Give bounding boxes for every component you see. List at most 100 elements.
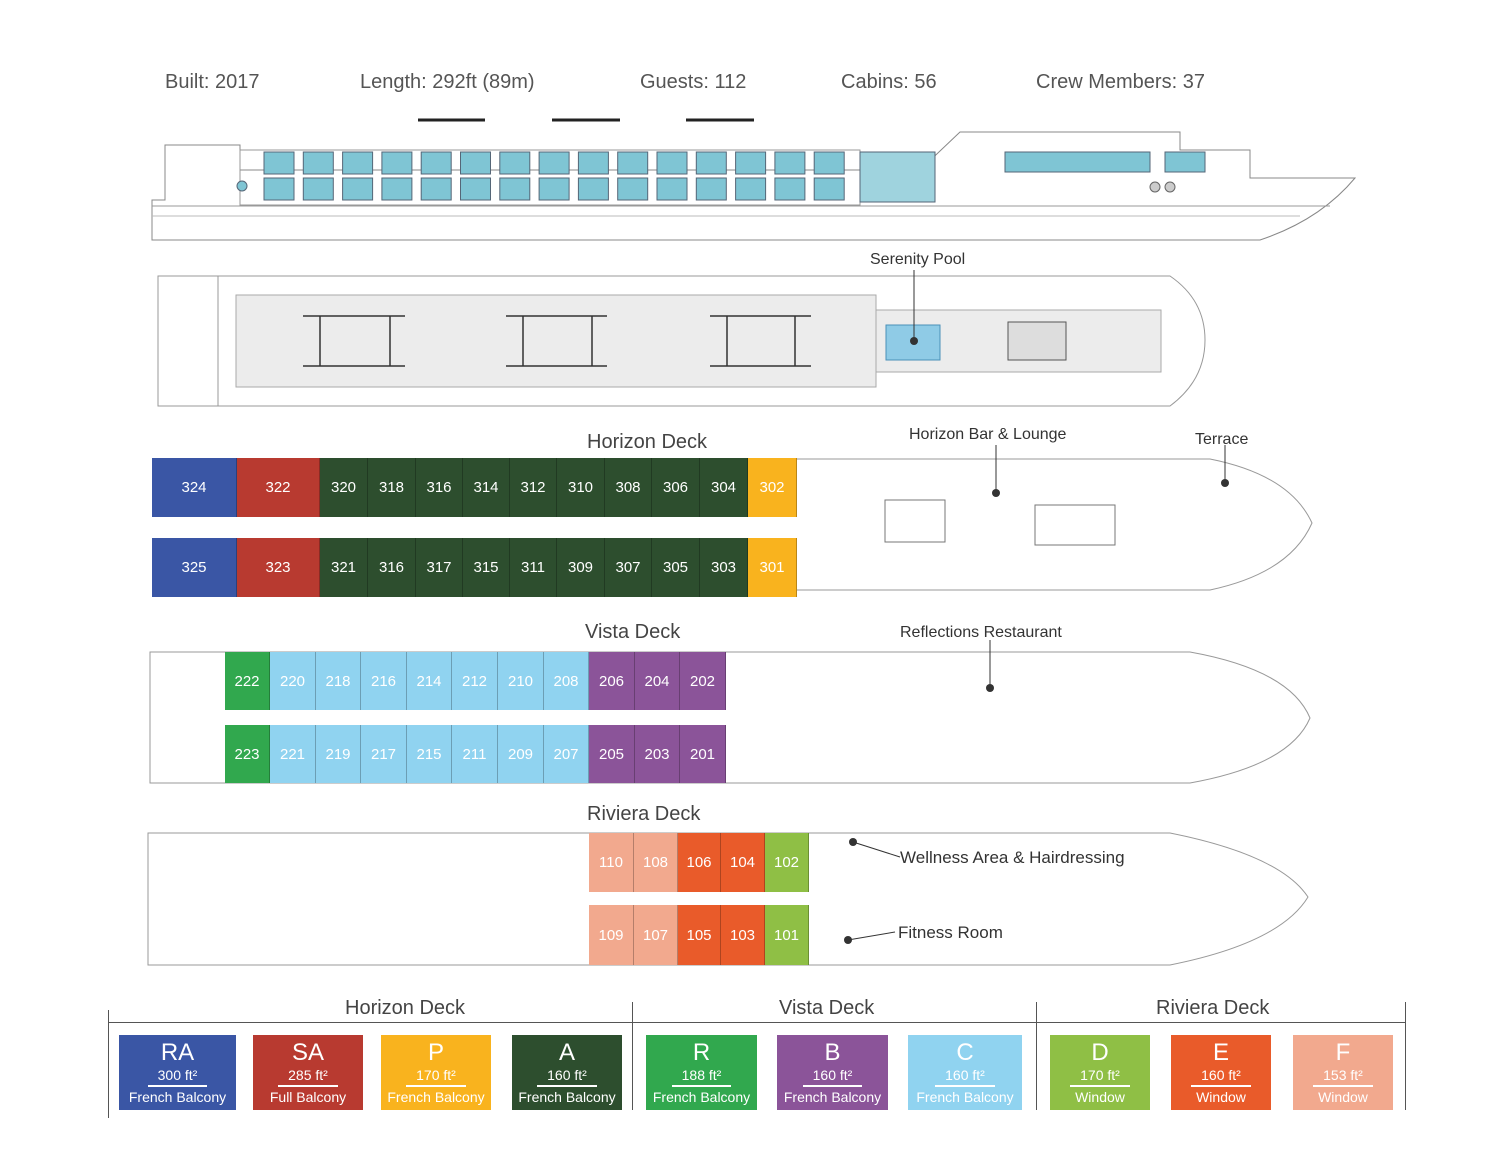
cabin-323[interactable]: 323 (237, 538, 320, 597)
legend-r: R 188 ft² French Balcony (646, 1035, 757, 1110)
legend-code: P (427, 1039, 444, 1066)
legend-code: A (558, 1039, 575, 1066)
legend-separator (1036, 1002, 1037, 1110)
wellness-label: Wellness Area & Hairdressing (900, 848, 1125, 867)
cabin-325[interactable]: 325 (152, 538, 237, 597)
legend-type: French Balcony (783, 1089, 882, 1105)
cabin-106[interactable]: 106 (678, 833, 721, 892)
cabin-209[interactable]: 209 (498, 725, 544, 783)
cabin-307[interactable]: 307 (605, 538, 652, 597)
cabin-304[interactable]: 304 (700, 458, 748, 517)
cabin-206[interactable]: 206 (589, 652, 635, 710)
cabin-104[interactable]: 104 (721, 833, 765, 892)
cabin-204[interactable]: 204 (635, 652, 680, 710)
cabin-205[interactable]: 205 (589, 725, 635, 783)
legend-e: E 160 ft² Window (1171, 1035, 1271, 1110)
legend-code: F (1335, 1039, 1351, 1066)
legend-ra: RA 300 ft² French Balcony (119, 1035, 236, 1110)
cabin-215[interactable]: 215 (407, 725, 452, 783)
legend-size: 300 ft² (147, 1067, 208, 1087)
cabin-220[interactable]: 220 (270, 652, 316, 710)
cabin-305[interactable]: 305 (652, 538, 700, 597)
cabin-208[interactable]: 208 (544, 652, 589, 710)
riviera-deck-title: Riviera Deck (587, 803, 701, 825)
cabin-105[interactable]: 105 (678, 905, 721, 965)
legend-a: A 160 ft² French Balcony (512, 1035, 622, 1110)
cabin-318[interactable]: 318 (368, 458, 416, 517)
cabin-210[interactable]: 210 (498, 652, 544, 710)
cabin-222[interactable]: 222 (225, 652, 270, 710)
cabin-301[interactable]: 301 (748, 538, 797, 597)
legend-divider (108, 1022, 1405, 1023)
cabin-110[interactable]: 110 (589, 833, 634, 892)
cabin-320[interactable]: 320 (320, 458, 368, 517)
sun-deck (157, 270, 1206, 407)
cabin-311[interactable]: 311 (510, 538, 557, 597)
cabin-309[interactable]: 309 (557, 538, 605, 597)
cabin-306[interactable]: 306 (652, 458, 700, 517)
cabin-101[interactable]: 101 (765, 905, 809, 965)
stat-length: Length: 292ft (89m) (360, 71, 535, 93)
cabin-322[interactable]: 322 (237, 458, 320, 517)
cabin-212[interactable]: 212 (452, 652, 498, 710)
cabin-218[interactable]: 218 (316, 652, 361, 710)
legend-sa: SA 285 ft² Full Balcony (253, 1035, 363, 1110)
stat-built: Built: 2017 (165, 71, 260, 93)
legend-code: R (692, 1039, 711, 1066)
legend-code: B (824, 1039, 841, 1066)
cabin-219[interactable]: 219 (316, 725, 361, 783)
stat-cabins: Cabins: 56 (841, 71, 937, 93)
legend-size: 160 ft² (537, 1067, 597, 1087)
legend-type: Window (1075, 1089, 1125, 1105)
legend-size: 160 ft² (1191, 1067, 1251, 1087)
cabin-202[interactable]: 202 (680, 652, 726, 710)
cabin-302[interactable]: 302 (748, 458, 797, 517)
cabin-217[interactable]: 217 (361, 725, 407, 783)
legend-type: Window (1318, 1089, 1368, 1105)
legend-group-vista: Vista Deck (779, 997, 875, 1019)
cabin-207[interactable]: 207 (544, 725, 589, 783)
cabin-315[interactable]: 315 (463, 538, 510, 597)
cabin-310[interactable]: 310 (557, 458, 605, 517)
legend-size: 153 ft² (1313, 1067, 1373, 1087)
cabin-303[interactable]: 303 (700, 538, 748, 597)
legend-code: E (1212, 1039, 1229, 1066)
legend-size: 160 ft² (935, 1067, 995, 1087)
cabin-321[interactable]: 321 (320, 538, 368, 597)
legend-code: D (1091, 1039, 1109, 1066)
cabin-223[interactable]: 223 (225, 725, 270, 783)
cabin-214[interactable]: 214 (407, 652, 452, 710)
cabin-216[interactable]: 216 (361, 652, 407, 710)
cabin-201[interactable]: 201 (680, 725, 726, 783)
cabin-109[interactable]: 109 (589, 905, 634, 965)
legend-type: French Balcony (518, 1089, 616, 1105)
cabin-221[interactable]: 221 (270, 725, 316, 783)
deck-plan: Built: 2017 Length: 292ft (89m) Guests: … (0, 0, 1500, 1170)
legend-p: P 170 ft² French Balcony (381, 1035, 491, 1110)
legend-code: RA (160, 1039, 195, 1066)
cabin-203[interactable]: 203 (635, 725, 680, 783)
cabin-107[interactable]: 107 (634, 905, 678, 965)
legend-f: F 153 ft² Window (1293, 1035, 1393, 1110)
cabin-316[interactable]: 316 (368, 538, 416, 597)
legend-type: Full Balcony (269, 1089, 347, 1105)
cabin-314[interactable]: 314 (463, 458, 510, 517)
cabin-316[interactable]: 316 (416, 458, 463, 517)
legend-separator (632, 1002, 633, 1110)
legend-size: 188 ft² (671, 1067, 732, 1087)
legend-type: French Balcony (652, 1089, 751, 1105)
horizon-bar-label: Horizon Bar & Lounge (909, 426, 1067, 443)
cabin-317[interactable]: 317 (416, 538, 463, 597)
legend-type: French Balcony (916, 1089, 1014, 1105)
cabin-108[interactable]: 108 (634, 833, 678, 892)
fitness-room-label: Fitness Room (898, 923, 1003, 942)
cabin-324[interactable]: 324 (152, 458, 237, 517)
legend-type: French Balcony (128, 1089, 227, 1105)
legend-size: 160 ft² (802, 1067, 863, 1087)
cabin-308[interactable]: 308 (605, 458, 652, 517)
legend-code: SA (291, 1039, 324, 1066)
cabin-312[interactable]: 312 (510, 458, 557, 517)
cabin-102[interactable]: 102 (765, 833, 809, 892)
cabin-211[interactable]: 211 (452, 725, 498, 783)
cabin-103[interactable]: 103 (721, 905, 765, 965)
